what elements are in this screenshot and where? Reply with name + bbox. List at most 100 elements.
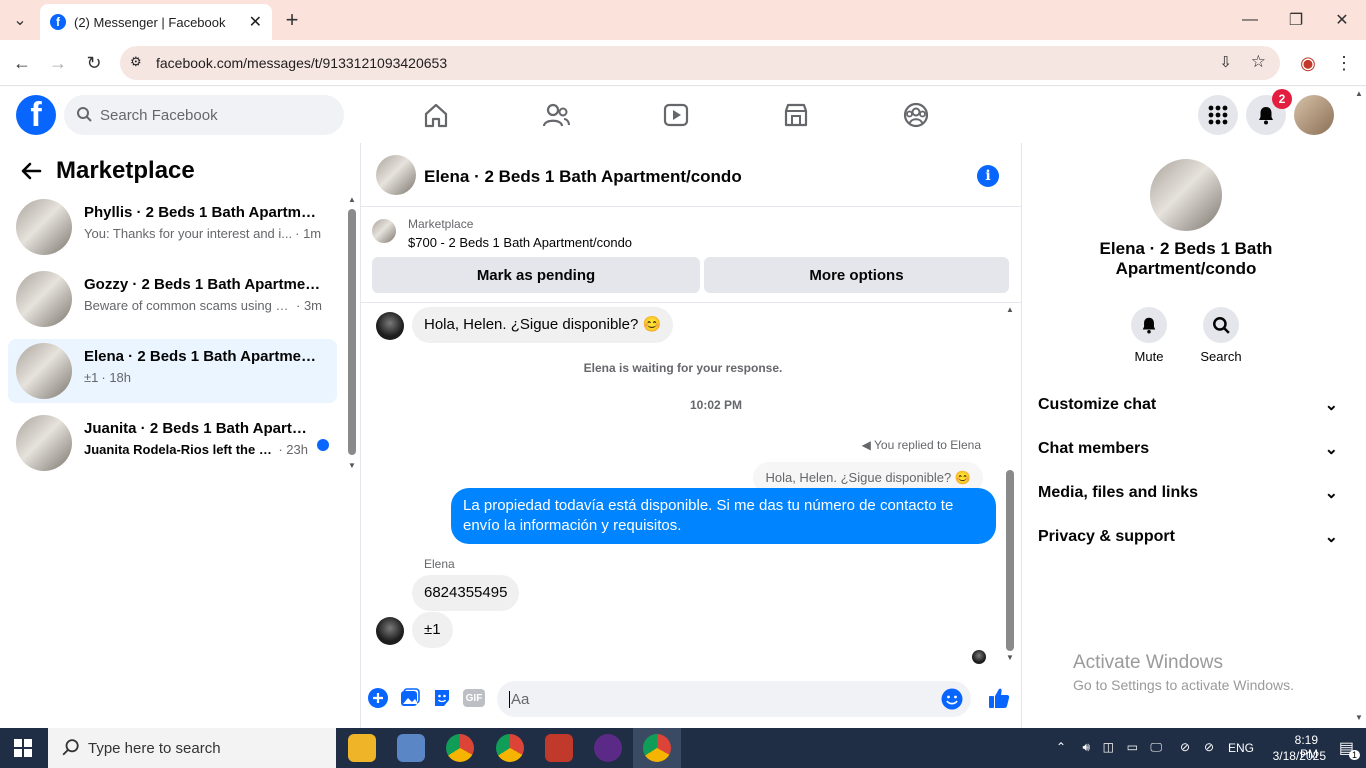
forward-icon[interactable]: → — [46, 51, 70, 75]
listing-thumbnail[interactable] — [372, 219, 396, 243]
taskbar-search-input[interactable]: Type here to search — [48, 728, 336, 768]
chrome-profile-1-icon[interactable] — [446, 734, 474, 762]
url-text: facebook.com/messages/t/9133121093420653 — [156, 55, 448, 71]
listing-thumbnail — [16, 415, 72, 471]
like-thumb-icon[interactable] — [987, 686, 1011, 710]
emoji-icon[interactable] — [941, 688, 963, 710]
tab-close-icon[interactable]: ✕ — [249, 12, 262, 32]
install-app-icon[interactable]: ⇩ — [1219, 53, 1232, 71]
chat-avatar[interactable] — [376, 155, 416, 195]
message-bubble-incoming[interactable]: Hola, Helen. ¿Sigue disponible? 😊 — [412, 307, 674, 343]
inbox-scrollbar[interactable]: ▲ ▼ — [348, 195, 356, 470]
iptv-app-icon[interactable] — [594, 734, 622, 762]
tray-chevron-icon[interactable]: ⌃ — [1056, 740, 1066, 754]
site-info-icon[interactable]: ⚙ — [130, 54, 142, 70]
chat-scrollbar[interactable]: ▲ ▼ — [1005, 305, 1015, 668]
facebook-logo-icon[interactable]: f — [16, 95, 56, 135]
wifi-off-icon[interactable]: ⊘ — [1180, 740, 1190, 754]
battery-icon[interactable]: ▭ — [1127, 740, 1138, 754]
conversation-item-active[interactable]: Elena · 2 Beds 1 Bath Apartment/condo ±1… — [8, 339, 337, 403]
more-options-button[interactable]: More options — [704, 257, 1009, 293]
scroll-down-icon[interactable]: ▼ — [1355, 713, 1363, 722]
restore-icon[interactable]: ❐ — [1284, 8, 1308, 32]
gif-icon[interactable]: GIF — [463, 689, 485, 707]
listing-price[interactable]: $700 - 2 Beds 1 Bath Apartment/condo — [408, 235, 632, 250]
chat-details-panel: Elena · 2 Beds 1 Bath Apartment/condo Mu… — [1022, 143, 1366, 728]
windows-start-icon[interactable] — [14, 739, 32, 757]
scrollbar-thumb[interactable] — [1006, 470, 1014, 651]
conversation-item[interactable]: Gozzy · 2 Beds 1 Bath Apartment/condo Be… — [8, 267, 337, 331]
message-bubble-incoming[interactable]: 6824355495 — [412, 575, 520, 611]
friends-icon[interactable] — [540, 99, 572, 131]
mute-label: Mute — [1134, 349, 1164, 364]
volume-icon[interactable]: 🔊︎ — [1082, 740, 1090, 755]
conversation-name: Elena · 2 Beds 1 Bath Apartment/condo — [84, 348, 324, 365]
window-close-icon[interactable]: ✕ — [1330, 8, 1354, 32]
marketplace-icon[interactable] — [780, 99, 812, 131]
conversation-item-unread[interactable]: Juanita · 2 Beds 1 Bath Apartment/condo … — [8, 411, 337, 475]
message-input[interactable]: Aa — [497, 681, 971, 717]
back-arrow-icon[interactable] — [20, 161, 42, 181]
video-icon[interactable] — [660, 99, 692, 131]
chevron-down-icon: ⌄ — [1324, 529, 1338, 546]
scroll-up-icon[interactable]: ▲ — [1355, 89, 1363, 98]
windows-taskbar: Type here to search ⌃ 🔊︎ ◫ ▭ 🖵︎ ⊘ ⊘ ENG … — [0, 728, 1366, 768]
account-avatar[interactable] — [1294, 95, 1334, 135]
new-tab-icon[interactable]: + — [280, 7, 304, 32]
network-icon[interactable]: 🖵︎ — [1150, 740, 1162, 755]
conversation-preview: ±1 · 18h — [84, 370, 132, 385]
chat-members-section[interactable]: Chat members ⌄ — [1038, 427, 1338, 471]
chat-title[interactable]: Elena · 2 Beds 1 Bath Apartment/condo — [424, 167, 742, 187]
profile-icon[interactable]: ◉ — [1296, 51, 1320, 75]
message-bubble-incoming[interactable]: ±1 — [412, 612, 453, 648]
file-explorer-icon[interactable] — [348, 734, 376, 762]
language-indicator[interactable]: ENG — [1228, 741, 1254, 755]
mute-button[interactable]: Mute — [1114, 307, 1184, 364]
reload-icon[interactable]: ↻ — [82, 51, 106, 75]
minimize-icon[interactable]: — — [1238, 8, 1262, 32]
scroll-down-icon[interactable]: ▼ — [348, 461, 356, 470]
address-bar[interactable]: ⚙ facebook.com/messages/t/91331210934206… — [120, 46, 1280, 80]
bookmark-star-icon[interactable]: ☆ — [1251, 52, 1266, 72]
media-files-links-section[interactable]: Media, files and links ⌄ — [1038, 471, 1338, 515]
chrome-menu-icon[interactable]: ⋮ — [1332, 51, 1356, 75]
scrollbar-thumb[interactable] — [348, 209, 356, 455]
customize-chat-section[interactable]: Customize chat ⌄ — [1038, 383, 1338, 427]
mark-as-pending-button[interactable]: Mark as pending — [372, 257, 700, 293]
message-timestamp: 10:02 PM — [689, 398, 743, 412]
privacy-support-section[interactable]: Privacy & support ⌄ — [1038, 515, 1338, 559]
scroll-down-icon[interactable]: ▼ — [1006, 653, 1014, 662]
photo-icon[interactable] — [400, 688, 420, 708]
security-icon[interactable]: ◫ — [1103, 740, 1114, 754]
sender-avatar[interactable] — [376, 312, 404, 340]
reply-arrow-icon: ◀ — [861, 438, 875, 452]
home-icon[interactable] — [420, 99, 452, 131]
reply-indicator: ◀ You replied to Elena — [861, 438, 981, 452]
back-icon[interactable]: ← — [10, 51, 34, 75]
facebook-search-input[interactable]: Search Facebook — [64, 95, 344, 135]
scroll-up-icon[interactable]: ▲ — [348, 195, 356, 204]
chrome-active-icon — [643, 734, 671, 762]
chat-details-title: Elena · 2 Beds 1 Bath Apartment/condo — [1099, 239, 1273, 278]
search-in-chat-button[interactable]: Search — [1186, 307, 1256, 364]
groups-icon[interactable] — [900, 99, 932, 131]
clock-date[interactable]: 3/18/2025 — [1273, 749, 1326, 763]
chat-details-avatar[interactable] — [1150, 159, 1222, 231]
tray-extra-icon[interactable]: ⊘ — [1204, 740, 1214, 754]
sticker-icon[interactable] — [432, 688, 452, 708]
paint-app-icon[interactable] — [545, 734, 573, 762]
info-icon[interactable]: i — [977, 165, 999, 187]
active-app-highlight[interactable] — [633, 728, 681, 768]
tab-search-icon[interactable]: ⌄ — [8, 8, 32, 32]
pinned-app-icon[interactable] — [397, 734, 425, 762]
scroll-up-icon[interactable]: ▲ — [1006, 305, 1014, 314]
conversation-item[interactable]: Phyllis · 2 Beds 1 Bath Apartment/condo … — [8, 195, 337, 259]
page-scrollbar[interactable]: ▲ ▼ — [1352, 87, 1366, 728]
menu-grid-icon[interactable] — [1198, 95, 1238, 135]
add-plus-icon[interactable] — [368, 688, 388, 708]
message-bubble-outgoing[interactable]: La propiedad todavía está disponible. Si… — [451, 488, 996, 544]
sender-avatar[interactable] — [376, 617, 404, 645]
listing-thumbnail — [16, 199, 72, 255]
chrome-profile-2-icon[interactable] — [496, 734, 524, 762]
browser-tab[interactable]: f (2) Messenger | Facebook ✕ — [40, 4, 272, 40]
